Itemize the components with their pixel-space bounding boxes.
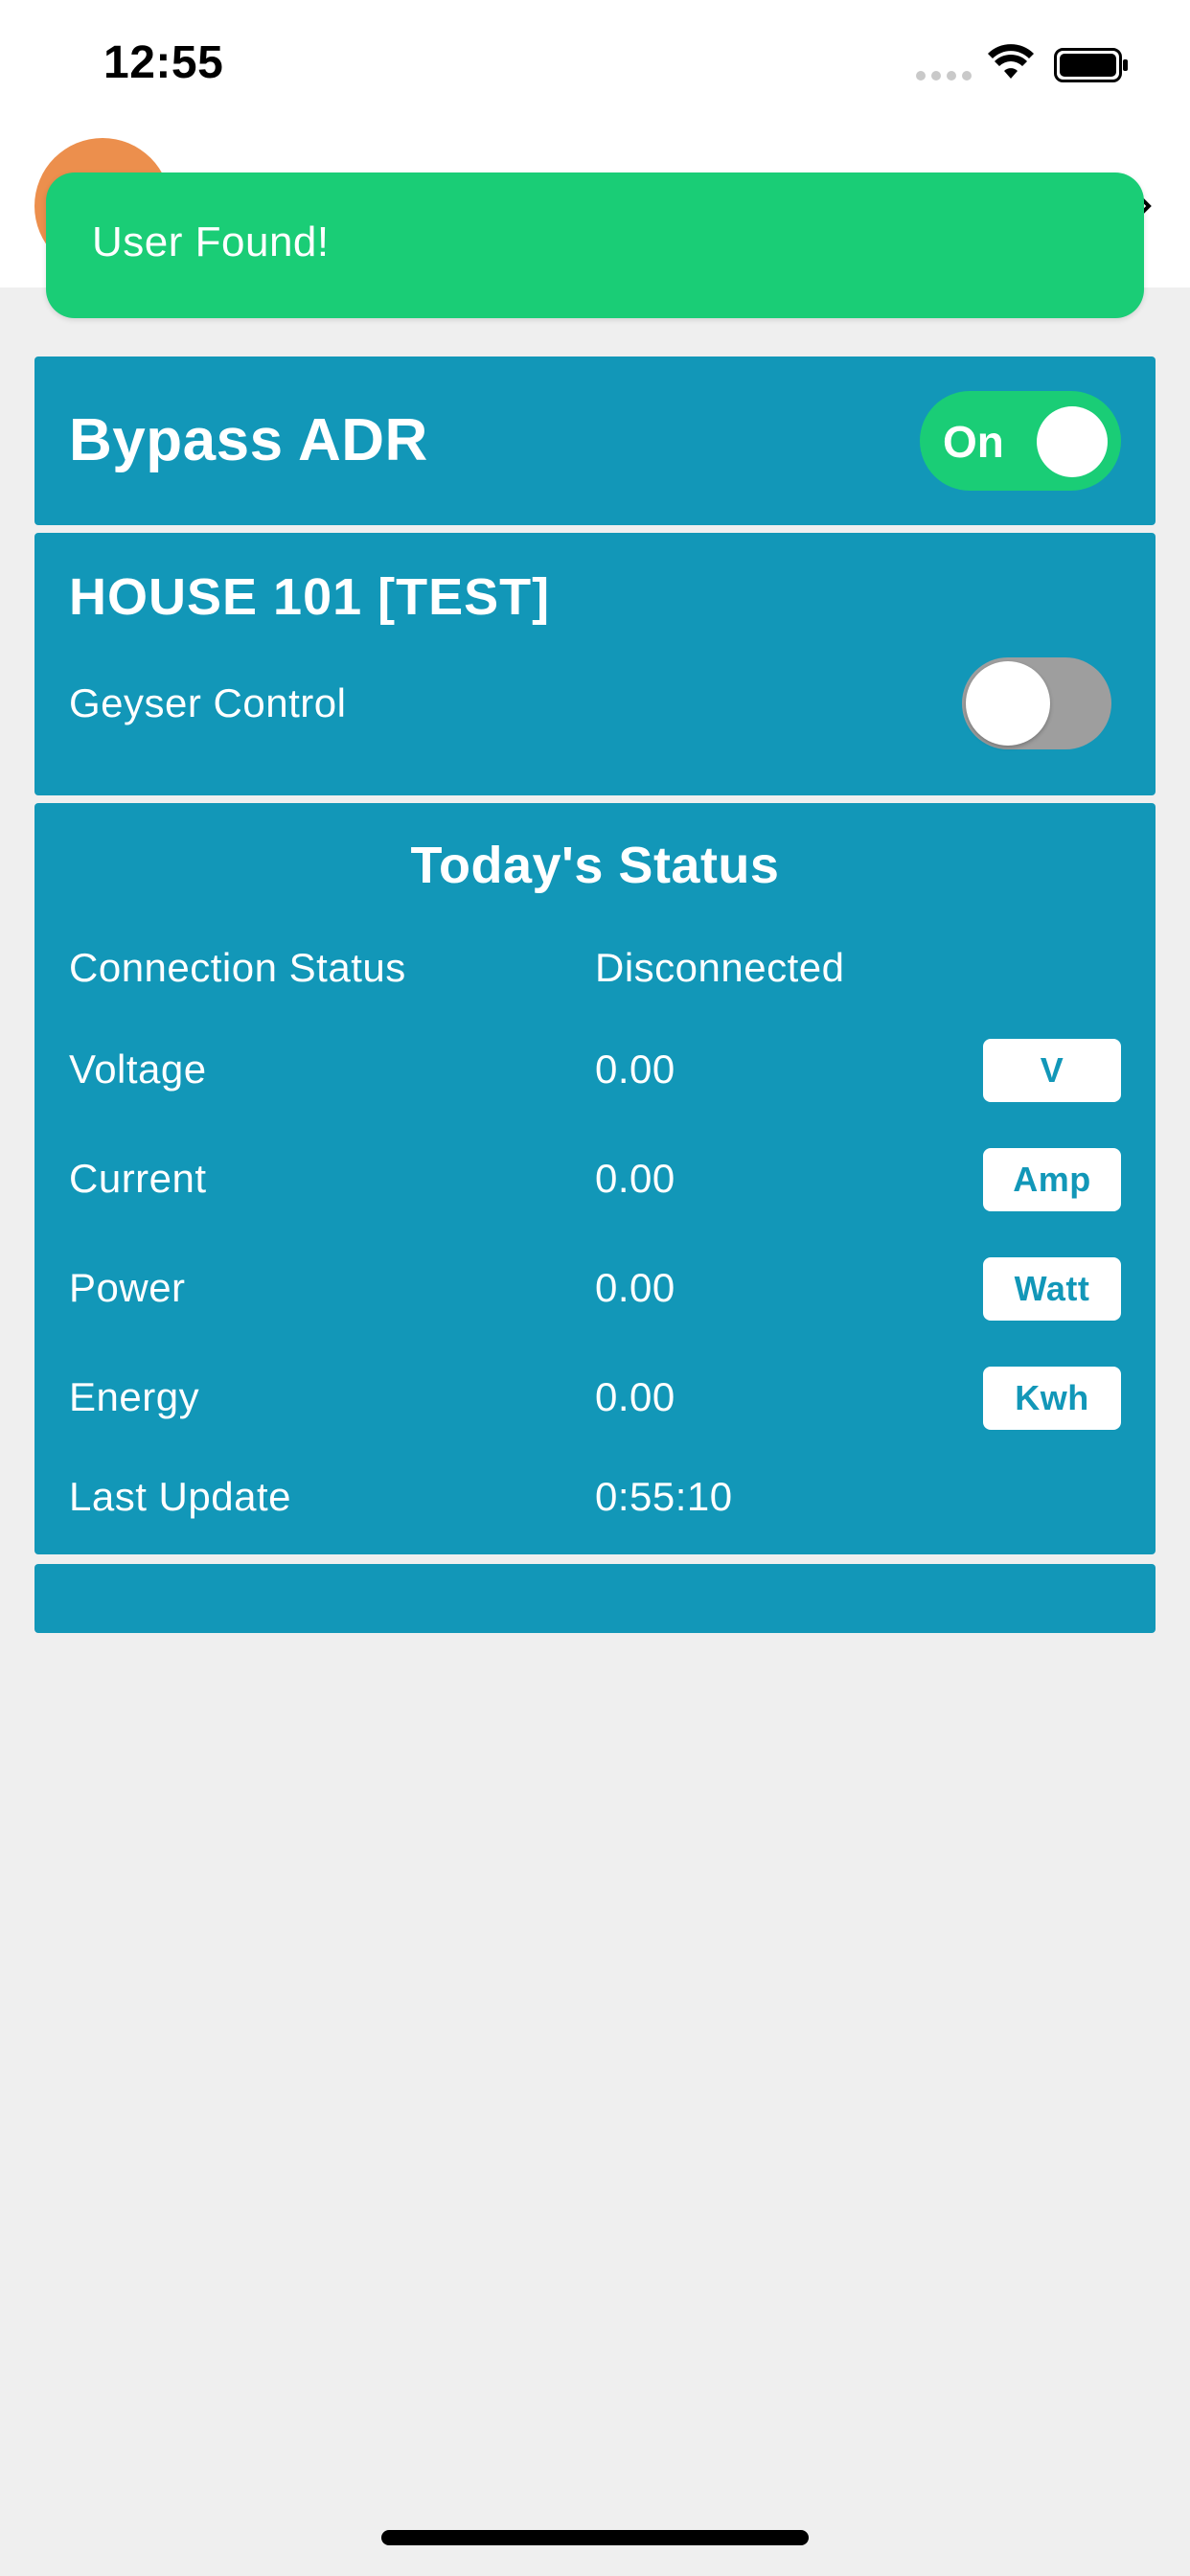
status-value: 0.00 bbox=[595, 1374, 675, 1419]
status-label: Energy bbox=[69, 1374, 200, 1419]
status-bar: 12:55 bbox=[0, 0, 1190, 134]
status-row-current: Current 0.00 Amp bbox=[34, 1146, 1156, 1213]
geyser-control-switch[interactable] bbox=[962, 657, 1111, 749]
status-label: Connection Status bbox=[69, 945, 406, 990]
status-row-power: Power 0.00 Watt bbox=[34, 1255, 1156, 1322]
unit-badge-energy[interactable]: Kwh bbox=[983, 1367, 1121, 1430]
unit-badge-current[interactable]: Amp bbox=[983, 1148, 1121, 1211]
signal-dots-icon bbox=[916, 71, 972, 80]
status-label: Voltage bbox=[69, 1046, 207, 1092]
status-label: Current bbox=[69, 1156, 207, 1201]
toast-notification[interactable]: User Found! bbox=[46, 172, 1144, 318]
status-value: 0:55:10 bbox=[595, 1474, 733, 1519]
status-value: 0.00 bbox=[595, 1265, 675, 1310]
geyser-control-label: Geyser Control bbox=[69, 680, 347, 725]
todays-status-card: Today's Status Connection Status Disconn… bbox=[34, 803, 1156, 1554]
status-value: 0.00 bbox=[595, 1046, 675, 1092]
status-label: Power bbox=[69, 1265, 186, 1310]
empty-card bbox=[34, 1564, 1156, 1633]
unit-badge-power[interactable]: Watt bbox=[983, 1257, 1121, 1321]
status-time: 12:55 bbox=[103, 37, 224, 88]
status-title: Today's Status bbox=[410, 837, 780, 894]
battery-icon bbox=[1054, 48, 1128, 82]
status-row-connection: Connection Status Disconnected bbox=[34, 935, 1156, 1002]
status-row-voltage: Voltage 0.00 V bbox=[34, 1037, 1156, 1104]
home-indicator[interactable] bbox=[381, 2530, 809, 2545]
status-row-energy: Energy 0.00 Kwh bbox=[34, 1365, 1156, 1432]
status-row-last-update: Last Update 0:55:10 bbox=[34, 1464, 1156, 1531]
bypass-adr-card: Bypass ADR On bbox=[34, 356, 1156, 525]
unit-badge-voltage[interactable]: V bbox=[983, 1039, 1121, 1102]
toggle-label: On bbox=[943, 417, 1004, 467]
bypass-adr-title: Bypass ADR bbox=[69, 407, 428, 473]
bypass-adr-toggle[interactable]: On bbox=[920, 391, 1121, 491]
house-card: HOUSE 101 [TEST] Geyser Control bbox=[34, 533, 1156, 795]
status-value: Disconnected bbox=[595, 945, 845, 990]
switch-knob bbox=[966, 661, 1050, 746]
status-label: Last Update bbox=[69, 1474, 291, 1519]
status-value: 0.00 bbox=[595, 1156, 675, 1201]
toast-message: User Found! bbox=[92, 218, 330, 265]
wifi-icon bbox=[988, 44, 1034, 79]
toggle-knob bbox=[1037, 406, 1108, 477]
house-title: HOUSE 101 [TEST] bbox=[69, 568, 551, 626]
